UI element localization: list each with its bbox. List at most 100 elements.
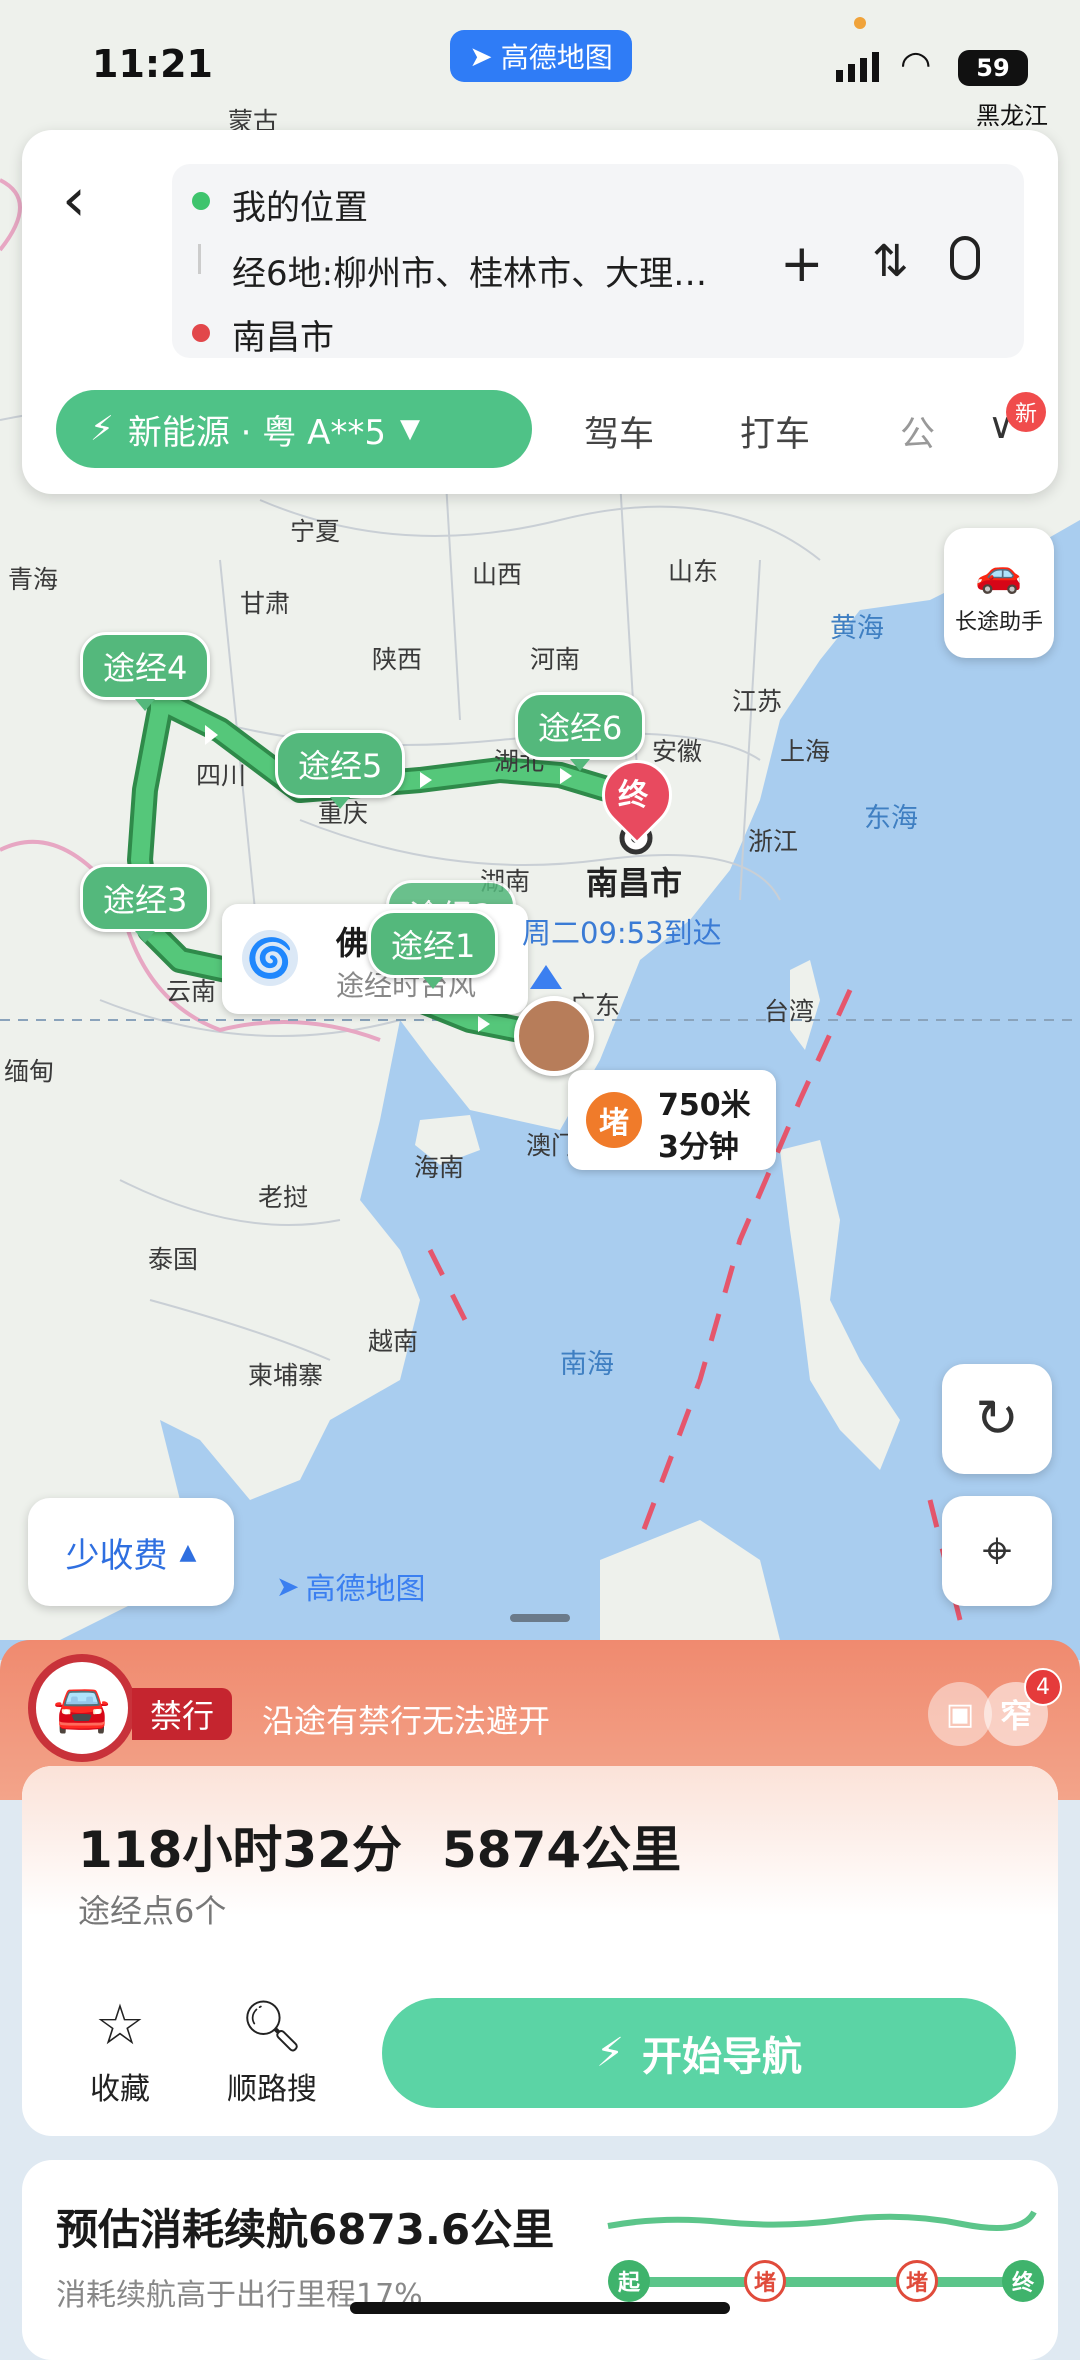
start-navigation-button[interactable]: ⚡ 开始导航 — [382, 1998, 1016, 2108]
map-label: 陕西 — [372, 645, 423, 674]
long-trip-assistant-button[interactable]: 🚗 长途助手 — [944, 528, 1054, 658]
waypoint-3-marker[interactable]: 途经3 — [80, 864, 211, 943]
app-indicator: ➤ 高德地图 — [450, 30, 632, 82]
jam-node: 堵 — [896, 2260, 938, 2302]
traffic-jam-icon: 堵 — [586, 1092, 642, 1148]
dropdown-arrow-icon: ▼ — [400, 414, 420, 444]
map-label: 青海 — [8, 565, 59, 594]
waypoint-4-marker[interactable]: 途经4 — [80, 632, 211, 711]
start-node: 起 — [608, 2260, 650, 2302]
current-location-avatar[interactable] — [514, 996, 594, 1076]
battery-indicator: 59 — [958, 50, 1028, 86]
via-count: 途经点6个 — [78, 1892, 227, 1930]
map-label: 黑龙江 — [976, 102, 1048, 130]
typhoon-title: 佛 — [336, 924, 369, 962]
trip-distance: 5874公里 — [442, 1821, 682, 1879]
typhoon-icon: 🌀 — [242, 930, 298, 986]
map-label: 山西 — [472, 560, 523, 589]
map-label: 柬埔寨 — [248, 1361, 324, 1390]
origin-field[interactable]: 我的位置 — [232, 180, 368, 229]
map-label: 山东 — [668, 557, 719, 586]
refresh-route-icon[interactable]: ↻ — [942, 1364, 1052, 1474]
map-label: 缅甸 — [4, 1057, 55, 1086]
map-label: 海南 — [414, 1153, 465, 1182]
map-label: 江苏 — [732, 687, 783, 716]
along-route-search-button[interactable]: 🔍︎ 顺路搜 — [222, 1996, 322, 2108]
favorite-button[interactable]: ☆ 收藏 — [78, 1996, 162, 2108]
map-label: 云南 — [166, 977, 217, 1006]
search-icon: 🔍︎ — [240, 1997, 304, 2055]
map-label: 上海 — [780, 737, 831, 766]
drag-handle[interactable] — [510, 1614, 570, 1622]
wifi-icon: ◠ — [900, 44, 932, 85]
heading-arrow-icon — [530, 965, 562, 989]
waypoint-5-marker[interactable]: 途经5 — [275, 730, 406, 809]
map-label: 台湾 — [764, 997, 815, 1026]
no-entry-car-icon: 🚘 — [28, 1654, 136, 1762]
ev-car-icon: ⚡ — [595, 2030, 625, 2076]
map-label: 浙江 — [748, 827, 799, 856]
signal-icon — [836, 52, 879, 82]
restriction-tag: 禁行 — [132, 1688, 233, 1740]
traffic-jam-bubble[interactable]: 堵 750米 3分钟 — [568, 1070, 776, 1170]
energy-bar — [630, 2277, 1030, 2287]
map-label: 安徽 — [652, 737, 703, 766]
app-name: 高德地图 — [500, 41, 613, 74]
vehicle-mode-selector[interactable]: ⚡ 新能源 · 粤 A**5 ▼ — [56, 390, 532, 468]
map-label: 甘肃 — [240, 589, 291, 618]
sea-label: 黄海 — [830, 613, 884, 644]
route-inputs: 我的位置 经6地:柳州市、桂林市、大理… 南昌市 + ⇅ — [172, 164, 1024, 358]
amap-logo-icon: ➤ — [469, 39, 493, 73]
map-label: 四川 — [196, 761, 247, 790]
swap-route-icon[interactable]: ⇅ — [872, 236, 909, 287]
start-navigation-label: 开始导航 — [642, 2034, 803, 2080]
map-watermark: ➤ 高德地图 — [276, 1564, 425, 1608]
route-planner-card: ‹ 我的位置 经6地:柳州市、桂林市、大理… 南昌市 + ⇅ ⚡ 新能源 · 粤… — [22, 130, 1058, 494]
ev-car-icon: ⚡ — [90, 409, 114, 449]
origin-dot-icon — [192, 192, 210, 210]
star-icon: ☆ — [94, 1993, 146, 2058]
toll-preference-button[interactable]: 少收费 ▲ — [28, 1498, 234, 1606]
restriction-text: 沿途有禁行无法避开 — [262, 1702, 551, 1740]
amap-logo-icon: ➤ — [276, 1569, 300, 1603]
tab-drive[interactable]: 驾车 — [584, 406, 654, 457]
tab-transit[interactable]: 公 — [900, 406, 935, 457]
watermark-text: 高德地图 — [305, 1572, 426, 1607]
traffic-time: 3分钟 — [658, 1130, 739, 1165]
destination-dot-icon — [192, 324, 210, 342]
destination-field[interactable]: 南昌市 — [232, 310, 334, 359]
caret-up-icon: ▲ — [179, 1539, 197, 1565]
trip-duration: 118小时32分 — [78, 1821, 402, 1879]
destination-label: 南昌市 — [586, 864, 683, 902]
map-label: 越南 — [368, 1327, 419, 1356]
energy-title: 预估消耗续航6873.6公里 — [56, 2205, 555, 2254]
arrival-time: 周二09:53到达 — [522, 916, 722, 950]
bus-lane-icon: ▣ — [928, 1682, 992, 1746]
map-label: 老挝 — [258, 1183, 309, 1212]
status-time: 11:21 — [92, 42, 213, 86]
microphone-icon[interactable] — [950, 236, 980, 280]
narrow-count-badge: 4 — [1024, 1668, 1062, 1706]
long-trip-assistant-label: 长途助手 — [954, 609, 1043, 635]
toll-preference-label: 少收费 — [65, 1535, 168, 1576]
traffic-distance: 750米 — [658, 1088, 751, 1123]
locate-me-icon[interactable]: ⌖ — [942, 1496, 1052, 1606]
vehicle-mode-label: 新能源 · 粤 A**5 — [127, 412, 386, 453]
new-badge: 新 — [1006, 392, 1046, 432]
car-assistant-icon: 🚗 — [975, 550, 1023, 595]
jam-node: 堵 — [744, 2260, 786, 2302]
favorite-label: 收藏 — [90, 2072, 150, 2107]
add-waypoint-icon[interactable]: + — [780, 234, 824, 294]
energy-estimate-card[interactable]: 预估消耗续航6873.6公里 消耗续航高于出行里程17% 起 堵 堵 终 — [22, 2160, 1058, 2360]
map-label: 宁夏 — [290, 517, 341, 546]
waypoint-1-marker[interactable]: 途经1 — [368, 910, 499, 989]
back-arrow-icon[interactable]: ‹ — [62, 170, 86, 230]
waypoint-6-marker[interactable]: 途经6 — [515, 692, 646, 771]
route-connector — [198, 244, 201, 274]
via-field[interactable]: 经6地:柳州市、桂林市、大理… — [232, 246, 707, 295]
end-node: 终 — [1002, 2260, 1044, 2302]
elevation-curve — [607, 2210, 1037, 2231]
home-indicator[interactable] — [350, 2302, 730, 2314]
tab-taxi[interactable]: 打车 — [740, 406, 810, 457]
map-label: 泰国 — [148, 1245, 199, 1274]
